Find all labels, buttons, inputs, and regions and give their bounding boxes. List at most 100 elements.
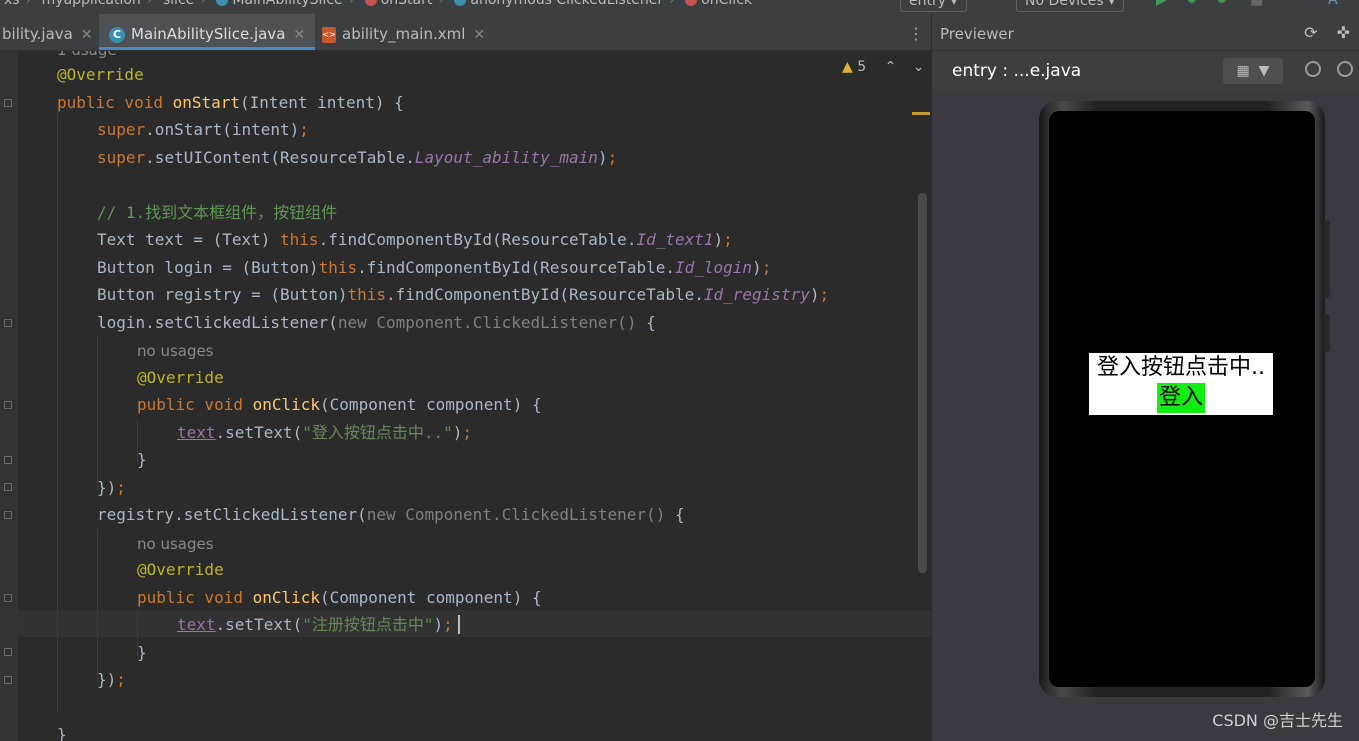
fold-marker-icon[interactable] <box>4 511 12 519</box>
code-line: }); <box>97 478 126 497</box>
tab-ability-main-xml[interactable]: <> ability_main.xml ✕ <box>322 14 485 50</box>
code-line: }); <box>97 670 126 689</box>
breadcrumb-item[interactable]: onStart <box>381 0 433 8</box>
inspection-widget[interactable]: ▲ 5 ⌃ ⌄ <box>842 59 925 75</box>
zoom-in-icon[interactable] <box>1337 61 1353 77</box>
code-line: super.onStart(intent); <box>97 120 309 139</box>
entry-label: entry : ...e.java <box>952 61 1082 81</box>
text-caret <box>458 615 460 634</box>
code-line: text.setText("登入按钮点击中.."); <box>177 423 473 442</box>
fold-marker-icon[interactable] <box>4 99 12 107</box>
code-line: login.setClickedListener(new Component.C… <box>97 313 656 332</box>
code-line: } <box>137 450 147 469</box>
vertical-scrollbar[interactable] <box>918 193 927 573</box>
breadcrumb-item[interactable]: anonymous ClickedListener <box>470 0 663 8</box>
module-select[interactable]: entry ▾ <box>900 0 967 12</box>
code-line: public void onStart(Intent intent) { <box>57 93 404 112</box>
grid-icon: ▦ <box>1236 63 1250 79</box>
phone-frame: 登入按钮点击中.. 登入 <box>1039 101 1325 697</box>
indent-guide <box>57 113 58 713</box>
attach-icon[interactable]: ✹ <box>1216 0 1228 8</box>
code-line: @Override <box>137 560 224 579</box>
fold-marker-icon[interactable] <box>4 648 12 656</box>
code-line: } <box>57 725 67 741</box>
xml-file-icon: <> <box>322 26 336 43</box>
code-comment: // 1.找到文本框组件，按钮组件 <box>97 203 338 222</box>
code-line: Button login = (Button)this.findComponen… <box>97 258 772 277</box>
tab-label: MainAbilitySlice.java <box>131 25 286 43</box>
breadcrumb-item[interactable]: myapplication <box>42 0 141 8</box>
breadcrumb-item[interactable]: onClick <box>701 0 752 8</box>
fold-marker-icon[interactable] <box>4 483 12 491</box>
close-icon[interactable]: ✕ <box>293 27 305 43</box>
fold-marker-icon[interactable] <box>4 456 12 464</box>
debug-icon[interactable]: ✹ <box>1186 0 1198 8</box>
more-tabs-icon[interactable]: ⋮ <box>908 24 924 43</box>
tab-label: bility.java <box>2 25 73 43</box>
run-toolbar: entry ▾ No Devices ▾ ▶ ✹ ✹ ■ A <box>900 0 1359 14</box>
method-icon <box>685 0 698 6</box>
tab-label: ability_main.xml <box>342 25 466 43</box>
gutter <box>0 51 18 741</box>
code-line: super.setUIContent(ResourceTable.Layout_… <box>97 148 618 167</box>
close-icon[interactable]: ✕ <box>81 27 93 43</box>
code-line: @Override <box>137 368 224 387</box>
breadcrumb-item[interactable]: MainAbilitySlice <box>232 0 342 8</box>
watermark: CSDN @吉士先生 <box>1212 711 1343 730</box>
fold-marker-icon[interactable] <box>4 676 12 684</box>
layout-select[interactable]: ▦ ▼ <box>1223 58 1283 84</box>
previewer-toolbar: entry : ...e.java ▦ ▼ <box>932 50 1359 93</box>
indent-guide <box>97 529 98 684</box>
warning-count: 5 <box>857 59 867 75</box>
run-icon[interactable]: ▶ <box>1156 0 1167 8</box>
code-line: text.setText("注册按钮点击中"); <box>177 615 453 634</box>
class-icon <box>216 0 229 6</box>
chevron-up-icon[interactable]: ⌃ <box>885 59 897 75</box>
close-icon[interactable]: ✕ <box>473 27 485 43</box>
code-line: Button registry = (Button)this.findCompo… <box>97 285 830 304</box>
previewer-header: Previewer ⟳ ✜ <box>932 14 1359 50</box>
module-label: entry <box>909 0 947 9</box>
tab-bility-java[interactable]: bility.java ✕ <box>2 14 93 50</box>
editor-tabs: bility.java ✕ C MainAbilitySlice.java ✕ <> a… <box>0 14 931 51</box>
translate-icon[interactable]: A <box>1328 0 1338 8</box>
previewer-title: Previewer <box>940 25 1014 43</box>
settings-icon[interactable]: ✜ <box>1337 23 1350 42</box>
app-text1: 登入按钮点击中.. <box>1097 355 1265 380</box>
fold-marker-icon[interactable] <box>4 594 12 602</box>
phone-screen[interactable]: 登入按钮点击中.. 登入 <box>1049 111 1315 687</box>
code-line: } <box>137 643 147 662</box>
java-class-icon: C <box>109 26 125 43</box>
code-line: public void onClick(Component component)… <box>137 588 542 607</box>
code-line: @Override <box>57 65 144 84</box>
device-label: No Devices <box>1025 0 1104 9</box>
refresh-icon[interactable]: ⟳ <box>1304 23 1317 42</box>
stop-icon[interactable]: ■ <box>1250 0 1263 8</box>
code-editor[interactable]: 1 usage @Override public void onStart(In… <box>0 51 931 741</box>
code-line: public void onClick(Component component)… <box>137 395 542 414</box>
current-line-highlight <box>18 610 931 637</box>
warning-icon: ▲ <box>842 59 853 75</box>
phone-side-button <box>1324 314 1330 352</box>
usages-hint[interactable]: no usages <box>137 340 214 362</box>
breadcrumb-item[interactable]: xs <box>4 0 20 8</box>
login-button[interactable]: 登入 <box>1156 383 1205 413</box>
usages-hint[interactable]: 1 usage <box>57 51 117 61</box>
breadcrumb-item[interactable]: slice <box>163 0 194 8</box>
tab-mainabilityslice-java[interactable]: C MainAbilitySlice.java ✕ <box>99 14 316 50</box>
zoom-out-icon[interactable] <box>1305 61 1321 77</box>
app-container: 登入按钮点击中.. 登入 <box>1089 353 1273 415</box>
indent-guide <box>97 336 98 491</box>
device-select[interactable]: No Devices ▾ <box>1016 0 1125 12</box>
code-line: registry.setClickedListener(new Componen… <box>97 505 685 524</box>
method-icon <box>364 0 377 6</box>
usages-hint[interactable]: no usages <box>137 533 214 555</box>
chevron-down-icon[interactable]: ⌄ <box>913 59 925 75</box>
fold-marker-icon[interactable] <box>4 319 12 327</box>
code-line: Text text = (Text) this.findComponentByI… <box>97 230 733 249</box>
class-icon <box>454 0 467 6</box>
warning-marker[interactable] <box>912 112 930 115</box>
breadcrumb: xs › myapplication › slice › MainAbilitySli… <box>0 0 931 14</box>
phone-side-button <box>1324 220 1330 298</box>
fold-marker-icon[interactable] <box>4 401 12 409</box>
